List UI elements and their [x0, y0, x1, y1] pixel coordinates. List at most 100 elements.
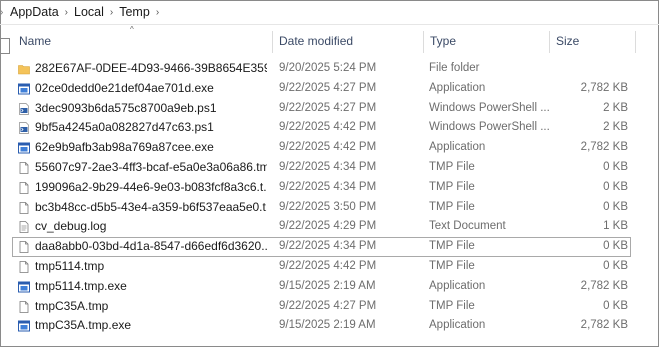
application-icon [18, 83, 30, 95]
file-type: TMP File [429, 259, 475, 272]
application-icon [18, 142, 30, 154]
folder-icon [18, 63, 30, 75]
breadcrumb-left-chevron-icon[interactable]: › [0, 7, 6, 18]
file-size: 2,782 KB [580, 81, 628, 94]
file-name[interactable]: tmpC35A.tmp [35, 297, 267, 317]
breadcrumb-appdata[interactable]: AppData [10, 5, 59, 19]
file-row[interactable]: 282E67AF-0DEE-4D93-9466-39B8654E359F 9/20… [0, 59, 659, 79]
text-document-icon [18, 221, 30, 234]
file-date-modified: 9/22/2025 4:34 PM [279, 240, 377, 253]
breadcrumb-separator-icon[interactable]: › [65, 7, 68, 18]
file-name[interactable]: daa8abb0-03bd-4d1a-8547-d66edf6d3620.... [35, 237, 267, 257]
file-name[interactable]: cv_debug.log [35, 217, 267, 237]
file-name[interactable]: tmp5114.tmp [35, 257, 267, 277]
file-row[interactable]: 9bf5a4245a0a082827d47c63.ps1 9/22/2025 4:… [0, 118, 659, 138]
file-row[interactable]: 55607c97-2ae3-4ff3-bcaf-e5a0e3a06a86.tmp… [0, 158, 659, 178]
file-icon [18, 201, 30, 214]
column-header-date-modified[interactable]: Date modified [279, 25, 353, 57]
file-size [560, 59, 628, 79]
file-size: 0 KB [603, 259, 628, 272]
file-list: 282E67AF-0DEE-4D93-9466-39B8654E359F 9/20… [0, 59, 659, 336]
file-row[interactable]: bc3b48cc-d5b5-43e4-a359-b6f537eaa5e0.t..… [0, 198, 659, 218]
file-type: Application [429, 141, 486, 154]
breadcrumb-dropdown-chevron-icon[interactable]: › [156, 7, 159, 18]
file-type: File folder [429, 62, 480, 74]
file-size: 1 KB [603, 220, 628, 233]
file-date-modified: 9/15/2025 2:19 AM [279, 279, 376, 292]
breadcrumb-separator-icon[interactable]: › [110, 7, 113, 18]
application-icon [18, 320, 30, 332]
file-row[interactable]: tmp5114.tmp.exe 9/15/2025 2:19 AM Applicat… [0, 277, 659, 297]
file-icon [18, 241, 30, 254]
file-date-modified: 9/22/2025 4:34 PM [279, 180, 377, 193]
file-size: 2,782 KB [580, 141, 628, 154]
sort-ascending-icon: ^ [130, 25, 134, 34]
column-header-type[interactable]: Type [430, 25, 456, 57]
file-name[interactable]: tmpC35A.tmp.exe [35, 316, 267, 336]
column-header-row: ^ Name Date modified Type Size [0, 25, 659, 57]
file-date-modified: 9/22/2025 4:42 PM [279, 259, 377, 272]
breadcrumb: › AppData › Local › Temp › [0, 0, 659, 24]
file-date-modified: 9/15/2025 2:19 AM [279, 319, 376, 332]
column-divider[interactable] [272, 31, 273, 53]
file-row-focused[interactable]: daa8abb0-03bd-4d1a-8547-d66edf6d3620....… [0, 237, 659, 258]
breadcrumb-local[interactable]: Local [74, 5, 104, 19]
column-header-name[interactable]: Name [19, 25, 51, 57]
column-divider[interactable] [635, 31, 636, 53]
file-size: 2 KB [603, 101, 628, 114]
column-divider[interactable] [549, 31, 550, 53]
file-row[interactable]: 3dec9093b6da575c8700a9eb.ps1 9/22/2025 4:… [0, 99, 659, 119]
file-date-modified: 9/22/2025 4:34 PM [279, 160, 377, 173]
file-icon [18, 181, 30, 194]
file-row[interactable]: tmpC35A.tmp.exe 9/15/2025 2:19 AM Applicat… [0, 316, 659, 336]
file-name[interactable]: 62e9b9afb3ab98a769a87cee.exe [35, 138, 267, 158]
column-header-size[interactable]: Size [556, 25, 579, 57]
file-size: 0 KB [603, 180, 628, 193]
file-date-modified: 9/22/2025 3:50 PM [279, 200, 377, 213]
application-icon [18, 281, 30, 293]
file-row[interactable]: 02ce0dedd0e21def04ae701d.exe 9/22/2025 4:… [0, 79, 659, 99]
file-size: 0 KB [603, 299, 628, 312]
select-all-checkbox[interactable] [0, 38, 10, 54]
file-type: TMP File [429, 299, 475, 312]
file-name[interactable]: 02ce0dedd0e21def04ae701d.exe [35, 79, 267, 99]
file-type: Application [429, 81, 486, 94]
powershell-script-icon [18, 122, 30, 135]
file-size: 2 KB [603, 121, 628, 134]
file-size: 0 KB [603, 240, 628, 253]
file-name[interactable]: 55607c97-2ae3-4ff3-bcaf-e5a0e3a06a86.tmp [35, 158, 267, 178]
file-row[interactable]: tmpC35A.tmp 9/22/2025 4:27 PM TMP File 0 KB [0, 297, 659, 317]
file-size: 0 KB [603, 200, 628, 213]
file-type: TMP File [429, 200, 475, 213]
file-type: TMP File [429, 180, 475, 193]
file-type: Windows PowerShell ... [429, 121, 550, 134]
file-size: 2,782 KB [580, 319, 628, 332]
file-row[interactable]: tmp5114.tmp 9/22/2025 4:42 PM TMP File 0 KB [0, 257, 659, 277]
file-name[interactable]: 3dec9093b6da575c8700a9eb.ps1 [35, 99, 267, 119]
file-date-modified: 9/22/2025 4:27 PM [279, 299, 377, 312]
file-type: Windows PowerShell ... [429, 101, 550, 114]
file-date-modified: 9/22/2025 4:42 PM [279, 141, 377, 154]
file-size: 0 KB [603, 160, 628, 173]
file-name[interactable]: 199096a2-9b29-44e6-9e03-b083fcf8a3c6.t..… [35, 178, 267, 198]
file-type: Application [429, 319, 486, 332]
file-name[interactable]: tmp5114.tmp.exe [35, 277, 267, 297]
file-row[interactable]: cv_debug.log 9/22/2025 4:29 PM Text Docume… [0, 217, 659, 237]
file-type: TMP File [429, 160, 475, 173]
powershell-script-icon [18, 102, 30, 115]
file-icon [18, 261, 30, 273]
file-row[interactable]: 62e9b9afb3ab98a769a87cee.exe 9/22/2025 4:… [0, 138, 659, 158]
file-icon [18, 162, 30, 174]
file-type: TMP File [429, 240, 475, 253]
file-name[interactable]: bc3b48cc-d5b5-43e4-a359-b6f537eaa5e0.t..… [35, 198, 267, 218]
column-divider[interactable] [423, 31, 424, 53]
file-date-modified: 9/22/2025 4:27 PM [279, 81, 377, 94]
file-name[interactable]: 9bf5a4245a0a082827d47c63.ps1 [35, 118, 267, 138]
file-icon [18, 300, 30, 313]
file-size: 2,782 KB [580, 279, 628, 292]
file-name[interactable]: 282E67AF-0DEE-4D93-9466-39B8654E359F [35, 59, 267, 79]
breadcrumb-temp[interactable]: Temp [119, 5, 150, 19]
file-date-modified: 9/20/2025 5:24 PM [279, 62, 377, 74]
file-type: Text Document [429, 220, 506, 233]
file-row[interactable]: 199096a2-9b29-44e6-9e03-b083fcf8a3c6.t..… [0, 178, 659, 198]
